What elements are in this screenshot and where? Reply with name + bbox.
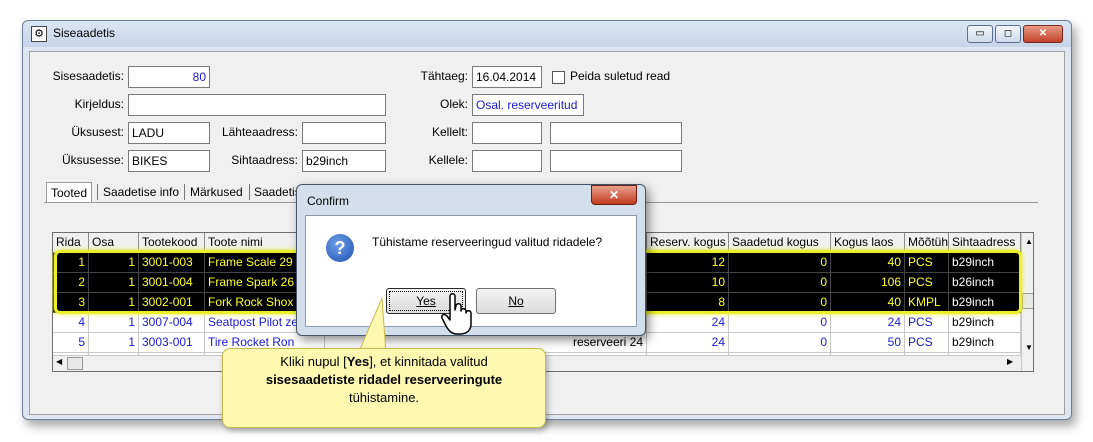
no-button-label: No (508, 294, 524, 308)
yes-button-label: Yes (416, 294, 436, 308)
cell-osa[interactable]: 1 (89, 313, 139, 333)
dialog-message: Tühistame reserveeringud valitud ridadel… (372, 235, 603, 249)
cell-rida[interactable]: 4 (53, 313, 89, 333)
scroll-up-icon[interactable]: ▲ (1025, 237, 1033, 246)
kellelt-code-field[interactable] (472, 122, 542, 144)
tab-separator (97, 184, 98, 200)
close-icon: ✕ (608, 188, 620, 202)
callout-tooltip: Kliki nupul [Yes], et kinnitada valitud … (222, 348, 546, 428)
grid-vertical-scrollbar[interactable]: ▲ ▼ (1021, 233, 1033, 371)
kellelt-label: Kellelt: (431, 125, 468, 139)
maximize-button[interactable]: ◻ (995, 25, 1021, 43)
callout-line-2: sisesaadetiste ridadel reserveeringute (265, 372, 503, 387)
hand-cursor-icon (441, 293, 472, 335)
kellele-name-field[interactable] (550, 150, 682, 172)
tahtaeg-field[interactable]: 16.04.2014 (472, 66, 542, 88)
tab-separator (249, 184, 250, 200)
scroll-down-icon[interactable]: ▼ (1025, 343, 1033, 352)
cell-saadetud[interactable]: 0 (729, 313, 831, 333)
cell-unit[interactable]: PCS (905, 313, 949, 333)
cell-kood[interactable]: 3007-004 (139, 313, 205, 333)
peida-checkbox[interactable] (552, 71, 565, 84)
title-bar[interactable]: ⚙ Siseaadetis ▭ ◻ ✕ (23, 21, 1071, 47)
kellele-label: Kellele: (428, 153, 468, 167)
tab-separator (184, 184, 185, 200)
question-icon: ? (326, 234, 354, 262)
no-button[interactable]: No (476, 288, 556, 314)
hscroll-thumb[interactable] (67, 357, 83, 370)
cell-saadetud[interactable]: 0 (729, 333, 831, 353)
kirjeldus-field[interactable] (128, 94, 386, 116)
kellele-code-field[interactable] (472, 150, 542, 172)
scroll-right-icon[interactable]: ▶ (1007, 357, 1013, 366)
tab-saadetis[interactable]: Saadetis (254, 182, 301, 202)
tab-tooted[interactable]: Tooted (46, 182, 93, 202)
callout-tail (357, 298, 387, 354)
close-button[interactable]: ✕ (1023, 25, 1063, 43)
cell-unit[interactable]: PCS (905, 333, 949, 353)
window-title: Siseaadetis (53, 26, 116, 40)
sihtaadress-field[interactable]: b29inch (302, 150, 386, 172)
minimize-button[interactable]: ▭ (967, 25, 993, 43)
callout-line-1: Kliki nupul [Yes], et kinnitada valitud (280, 354, 488, 369)
uksusesse-field[interactable]: BIKES (128, 150, 210, 172)
kirjeldus-label: Kirjeldus: (74, 97, 124, 111)
olek-field: Osal. reserveeritud (472, 94, 584, 116)
tahtaeg-label: Tähtaeg: (420, 69, 468, 83)
tab-saadetise-info[interactable]: Saadetise info (103, 182, 179, 202)
sihtaadress-label: Sihtaadress: (231, 153, 298, 167)
olek-label: Olek: (439, 97, 468, 111)
scroll-thumb[interactable] (1022, 293, 1033, 309)
uksusest-field[interactable]: LADU (128, 122, 210, 144)
cell-reserv[interactable]: 24 (647, 313, 729, 333)
uksusesse-label: Üksusesse: (61, 153, 124, 167)
sisesaadetis-field[interactable]: 80 (128, 66, 210, 88)
tab-markused[interactable]: Märkused (190, 182, 243, 202)
cell-siht[interactable]: b29inch (949, 333, 1021, 353)
lahteaadress-label: Lähteaadress: (221, 125, 298, 139)
peida-label: Peida suletud read (570, 69, 671, 83)
cell-rida[interactable]: 5 (53, 333, 89, 353)
lahteaadress-field[interactable] (302, 122, 386, 144)
app-icon: ⚙ (31, 26, 47, 42)
cell-osa[interactable]: 1 (89, 333, 139, 353)
uksusest-label: Üksusest: (71, 125, 124, 139)
dialog-title: Confirm (307, 194, 350, 208)
cell-reserv[interactable]: 24 (647, 333, 729, 353)
cell-laos[interactable]: 24 (831, 313, 905, 333)
dialog-close-button[interactable]: ✕ (591, 185, 637, 205)
cell-laos[interactable]: 50 (831, 333, 905, 353)
sisesaadetis-label: Sisesaadetis: (52, 69, 124, 83)
cell-kood[interactable]: 3003-001 (139, 333, 205, 353)
scroll-left-icon[interactable]: ◀ (56, 357, 62, 366)
cell-siht[interactable]: b29inch (949, 313, 1021, 333)
callout-line-3: tühistamine. (348, 390, 420, 405)
kellelt-name-field[interactable] (550, 122, 682, 144)
